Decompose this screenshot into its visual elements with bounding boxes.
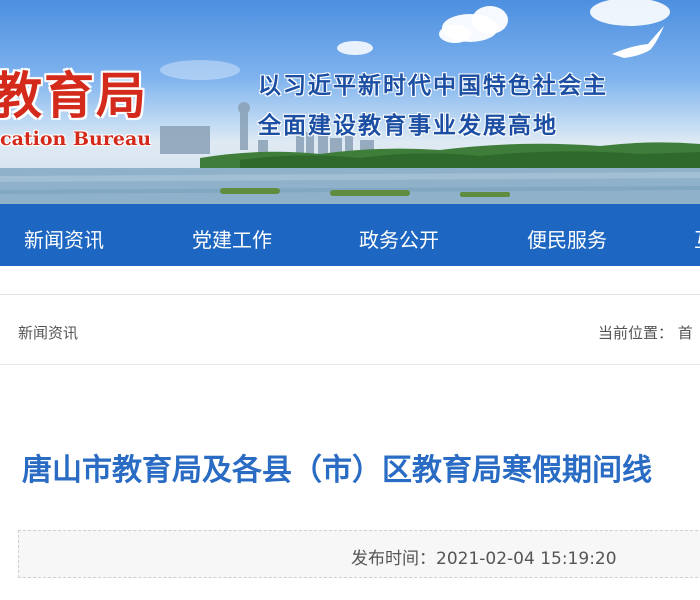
nav-item-party-building[interactable]: 党建工作 (192, 224, 272, 253)
nav-item-news[interactable]: 新闻资讯 (24, 224, 104, 253)
main-nav: 新闻资讯 党建工作 政务公开 便民服务 互 (0, 204, 700, 266)
current-location: 当前位置： 首 (598, 324, 693, 342)
article-meta-bar: 发布时间：2021-02-04 15:19:20 (18, 530, 700, 578)
publish-time: 发布时间：2021-02-04 15:19:20 (351, 549, 617, 569)
header-banner: 教育局 cation Bureau 以习近平新时代中国特色社会主 全面建设教育事… (0, 0, 700, 204)
nav-item-public-services[interactable]: 便民服务 (527, 224, 607, 253)
nav-item-interaction[interactable]: 互 (694, 224, 700, 253)
nav-item-government-affairs[interactable]: 政务公开 (359, 224, 439, 253)
slogan-line-1: 以习近平新时代中国特色社会主 (258, 72, 608, 99)
content-area: 新闻资讯 当前位置： 首 唐山市教育局及各县（市）区教育局寒假期间线 发布时间：… (0, 266, 700, 600)
logo-title: 教育局 (0, 66, 148, 125)
logo-subtitle: cation Bureau (0, 128, 152, 150)
breadcrumb: 新闻资讯 当前位置： 首 (0, 295, 700, 365)
article-title: 唐山市教育局及各县（市）区教育局寒假期间线 (22, 453, 652, 488)
section-link[interactable]: 新闻资讯 (18, 322, 78, 343)
slogan-line-2: 全面建设教育事业发展高地 (258, 112, 558, 139)
article-panel: 新闻资讯 当前位置： 首 唐山市教育局及各县（市）区教育局寒假期间线 发布时间：… (0, 294, 700, 600)
